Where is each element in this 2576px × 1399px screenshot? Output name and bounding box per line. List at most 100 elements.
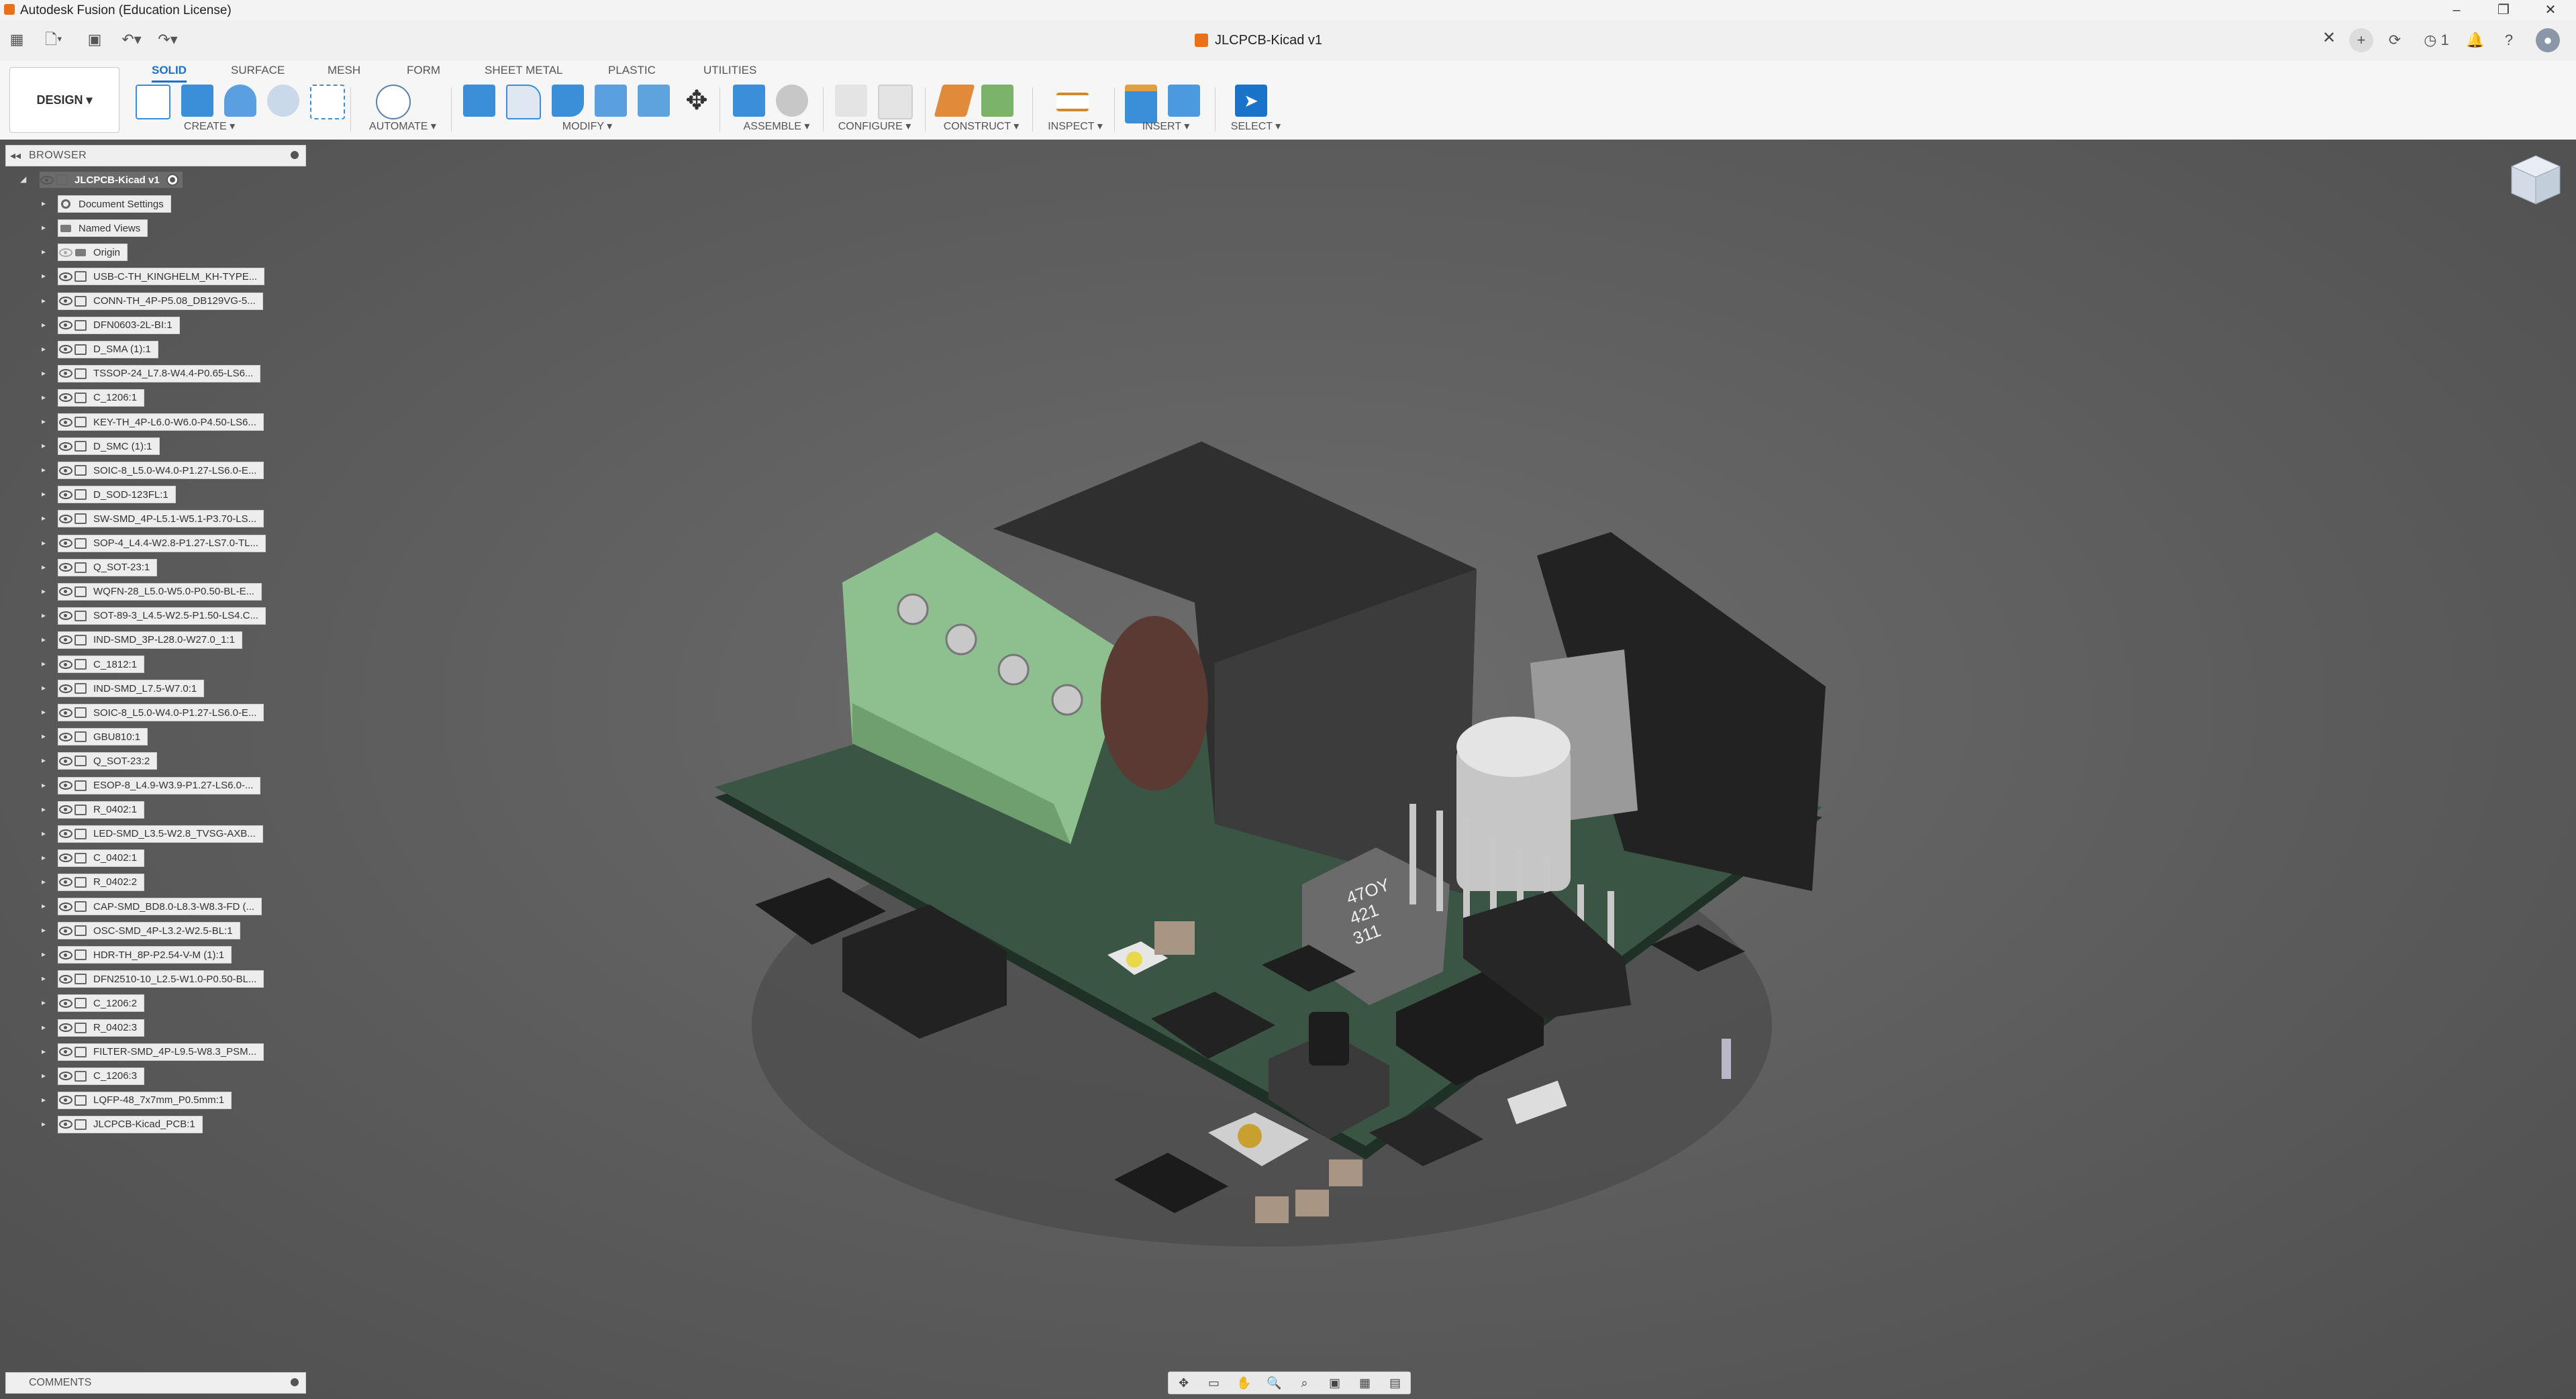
- expand-icon[interactable]: ▸: [42, 974, 46, 983]
- visibility-eye-icon[interactable]: [40, 172, 54, 187]
- expand-icon[interactable]: ▸: [42, 1047, 46, 1056]
- minimize-icon[interactable]: –: [2436, 1, 2477, 19]
- zoom-icon[interactable]: 🔍: [1266, 1376, 1283, 1390]
- browser-tree-node[interactable]: C_0402:1: [58, 849, 145, 867]
- expand-icon[interactable]: ▸: [42, 805, 46, 814]
- tab-utilities[interactable]: UTILITIES: [703, 60, 756, 81]
- expand-icon[interactable]: ▸: [42, 489, 46, 499]
- browser-tree-node[interactable]: IND-SMD_L7.5-W7.0:1: [58, 680, 205, 698]
- fit-icon[interactable]: ⌕: [1296, 1376, 1314, 1390]
- insert-menu[interactable]: INSERT ▾: [1125, 119, 1207, 133]
- redo-icon[interactable]: ↷▾: [154, 30, 181, 50]
- expand-icon[interactable]: ▸: [42, 998, 46, 1007]
- browser-tree-node[interactable]: DFN0603-2L-BI:1: [58, 316, 180, 334]
- expand-icon[interactable]: ▸: [42, 538, 46, 548]
- configure-icon[interactable]: [835, 85, 867, 117]
- visibility-eye-icon[interactable]: [58, 1117, 73, 1132]
- expand-icon[interactable]: ▸: [42, 925, 46, 935]
- expand-icon[interactable]: ▸: [42, 1119, 46, 1129]
- view-cube[interactable]: [2504, 149, 2568, 213]
- visibility-eye-icon[interactable]: [58, 633, 73, 647]
- assemble-menu[interactable]: ASSEMBLE ▾: [733, 119, 820, 133]
- construct-menu[interactable]: CONSTRUCT ▾: [934, 119, 1028, 133]
- visibility-eye-icon[interactable]: [58, 996, 73, 1011]
- browser-tree-row[interactable]: ▸ ESOP-8_L4.9-W3.9-P1.27-LS6.0-...: [5, 775, 305, 795]
- visibility-eye-icon[interactable]: [58, 681, 73, 696]
- orbit-icon[interactable]: ✥: [1175, 1376, 1193, 1390]
- joint-icon[interactable]: [776, 85, 808, 117]
- tab-surface[interactable]: SURFACE: [231, 60, 285, 81]
- expand-icon[interactable]: ▸: [42, 465, 46, 474]
- expand-icon[interactable]: ▸: [42, 296, 46, 305]
- visibility-eye-icon[interactable]: [58, 899, 73, 914]
- browser-tree-row[interactable]: ▸ FILTER-SMD_4P-L9.5-W8.3_PSM...: [5, 1041, 305, 1061]
- browser-tree-node[interactable]: IND-SMD_3P-L28.0-W27.0_1:1: [58, 631, 242, 649]
- expand-icon[interactable]: ▸: [42, 441, 46, 450]
- expand-icon[interactable]: ▸: [42, 417, 46, 426]
- expand-icon[interactable]: ▸: [42, 683, 46, 692]
- expand-icon[interactable]: ▸: [42, 562, 46, 572]
- expand-icon[interactable]: ▸: [42, 659, 46, 668]
- browser-tree-row[interactable]: ▸ CONN-TH_4P-P5.08_DB129VG-5...: [5, 291, 305, 311]
- modify-menu[interactable]: MODIFY ▾: [463, 119, 711, 133]
- browser-tree-node[interactable]: DFN2510-10_L2.5-W1.0-P0.50-BL...: [58, 970, 264, 988]
- extensions-icon[interactable]: ⟳: [2383, 28, 2407, 52]
- extrude-icon[interactable]: [181, 85, 213, 117]
- visibility-eye-icon[interactable]: [58, 294, 73, 309]
- browser-tree-row[interactable]: ▸ Q_SOT-23:1: [5, 557, 305, 577]
- comments-options-icon[interactable]: [291, 1378, 299, 1386]
- browser-tree-row[interactable]: ▸ D_SOD-123FL:1: [5, 484, 305, 504]
- collapse-icon[interactable]: ◢: [20, 174, 26, 184]
- browser-tree-row[interactable]: ▸ TSSOP-24_L7.8-W4.4-P0.65-LS6...: [5, 363, 305, 383]
- expand-icon[interactable]: ▸: [42, 199, 46, 208]
- expand-icon[interactable]: ▸: [42, 1023, 46, 1032]
- expand-icon[interactable]: ▸: [42, 756, 46, 765]
- pattern-icon[interactable]: [310, 85, 345, 119]
- measure-icon[interactable]: [1056, 93, 1089, 111]
- visibility-eye-icon[interactable]: [58, 1093, 73, 1108]
- expand-icon[interactable]: ▸: [42, 877, 46, 886]
- display-settings-icon[interactable]: ▣: [1326, 1376, 1344, 1390]
- browser-tree-node[interactable]: D_SOD-123FL:1: [58, 486, 176, 504]
- browser-tree-node[interactable]: C_1206:1: [58, 388, 145, 407]
- browser-tree-node[interactable]: R_0402:1: [58, 800, 145, 819]
- visibility-eye-icon[interactable]: [58, 1069, 73, 1084]
- browser-tree-node[interactable]: SOP-4_L4.4-W2.8-P1.27-LS7.0-TL...: [58, 534, 266, 552]
- viewports-icon[interactable]: ▤: [1387, 1376, 1404, 1390]
- pcb-3d-model[interactable]: 47OY 421 311: [0, 140, 2576, 1399]
- expand-icon[interactable]: ▸: [42, 611, 46, 620]
- avatar[interactable]: ●: [2536, 28, 2560, 52]
- expand-icon[interactable]: ▸: [42, 1071, 46, 1080]
- visibility-eye-icon[interactable]: [58, 609, 73, 623]
- move-icon[interactable]: ✥: [681, 85, 713, 117]
- expand-icon[interactable]: ▸: [42, 271, 46, 280]
- browser-tree-node[interactable]: SOIC-8_L5.0-W4.0-P1.27-LS6.0-E...: [58, 704, 264, 722]
- browser-tree-node[interactable]: Q_SOT-23:1: [58, 558, 158, 576]
- document-tab[interactable]: JLCPCB-Kicad v1: [1195, 28, 1322, 52]
- browser-tree-row[interactable]: ▸ DFN2510-10_L2.5-W1.0-P0.50-BL...: [5, 968, 305, 988]
- save-icon[interactable]: ▣: [85, 30, 105, 50]
- select-menu[interactable]: SELECT ▾: [1226, 119, 1286, 133]
- revolve-icon[interactable]: [224, 85, 256, 117]
- look-at-icon[interactable]: ▭: [1205, 1376, 1223, 1390]
- visibility-eye-icon[interactable]: [58, 754, 73, 768]
- undo-icon[interactable]: ↶▾: [118, 30, 145, 50]
- expand-icon[interactable]: ▸: [42, 368, 46, 378]
- browser-tree-row[interactable]: ▸ Document Settings: [5, 193, 305, 213]
- browser-tree-node[interactable]: OSC-SMD_4P-L3.2-W2.5-BL:1: [58, 922, 240, 940]
- browser-tree-row[interactable]: ▸ USB-C-TH_KINGHELM_KH-TYPE...: [5, 266, 305, 286]
- restore-icon[interactable]: ❐: [2483, 1, 2524, 19]
- browser-tree-node[interactable]: TSSOP-24_L7.8-W4.4-P0.65-LS6...: [58, 364, 261, 382]
- browser-tree-row[interactable]: ▸ Q_SOT-23:2: [5, 750, 305, 770]
- browser-tree-row[interactable]: ▸ KEY-TH_4P-L6.0-W6.0-P4.50-LS6...: [5, 411, 305, 431]
- browser-tree-node[interactable]: KEY-TH_4P-L6.0-W6.0-P4.50-LS6...: [58, 413, 264, 431]
- browser-tree-row[interactable]: ▸ D_SMC (1):1: [5, 435, 305, 456]
- browser-tree-row[interactable]: ▸ Named Views: [5, 217, 305, 238]
- browser-tree-node[interactable]: SOIC-8_L5.0-W4.0-P1.27-LS6.0-E...: [58, 462, 264, 480]
- browser-tree-row[interactable]: ▸ SOIC-8_L5.0-W4.0-P1.27-LS6.0-E...: [5, 702, 305, 722]
- table-icon[interactable]: [878, 85, 913, 119]
- browser-tree-node[interactable]: LQFP-48_7x7mm_P0.5mm:1: [58, 1091, 232, 1109]
- expand-icon[interactable]: ▸: [42, 513, 46, 523]
- browser-tree-node[interactable]: WQFN-28_L5.0-W5.0-P0.50-BL-E...: [58, 582, 262, 601]
- visibility-eye-icon[interactable]: [58, 851, 73, 866]
